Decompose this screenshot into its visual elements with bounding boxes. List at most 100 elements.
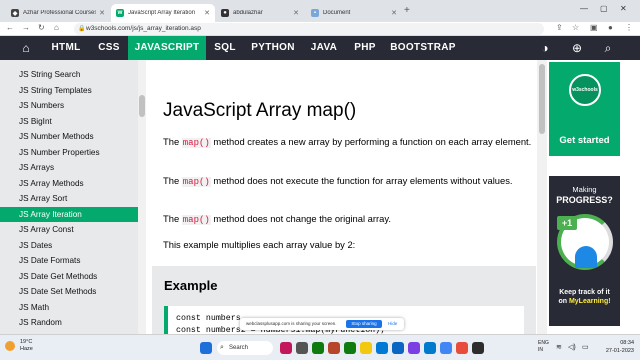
minimize-icon[interactable]: —: [580, 4, 588, 13]
sidebar-item[interactable]: JS Number Properties: [0, 145, 138, 160]
app-icon[interactable]: [328, 342, 340, 354]
nav-php[interactable]: PHP: [346, 36, 384, 60]
date: 27-01-2023: [605, 348, 634, 354]
bookmark-icon[interactable]: ☆: [572, 23, 579, 32]
file-explorer-icon[interactable]: [360, 342, 372, 354]
taskbar-search[interactable]: ⌕ Search: [217, 341, 273, 355]
reload-icon[interactable]: ↻: [38, 23, 45, 32]
sidebar-scrollbar[interactable]: [138, 60, 146, 334]
edge-icon[interactable]: [376, 342, 388, 354]
url-text: w3schools.com/js/js_array_iteration.asp: [86, 25, 201, 32]
mylearning-link[interactable]: MyLearning!: [569, 298, 611, 305]
nav-bootstrap[interactable]: BOOTSTRAP: [384, 36, 462, 60]
share-icon[interactable]: ⇪: [556, 23, 563, 32]
wifi-icon[interactable]: ≋: [556, 343, 562, 351]
windows-start-icon[interactable]: [200, 342, 212, 354]
tab-label: Document: [323, 10, 351, 16]
weather-icon[interactable]: [5, 341, 15, 351]
nav-css[interactable]: CSS: [90, 36, 128, 60]
main-scrollbar[interactable]: [537, 60, 547, 334]
language: ENG: [538, 340, 549, 346]
vscode-icon[interactable]: [424, 342, 436, 354]
profile-icon[interactable]: ●: [608, 23, 613, 32]
sidebar-item[interactable]: JS Array Methods: [0, 176, 138, 191]
dark-mode-icon[interactable]: ◑: [538, 41, 552, 55]
clock[interactable]: 08:34 27-01-2023: [598, 339, 634, 355]
close-icon[interactable]: ✕: [293, 9, 299, 17]
main-scroll-thumb[interactable]: [539, 64, 545, 134]
app-icon[interactable]: [456, 342, 468, 354]
tab-favicon-icon: ◆: [11, 9, 19, 17]
taskbar: 19°C Haze ⌕ Search ENG IN ≋ ◁) ▭ 08:34 2…: [0, 334, 640, 360]
sidebar-item[interactable]: JS String Templates: [0, 83, 138, 98]
page-title: JavaScript Array map(): [163, 100, 357, 121]
app-icon[interactable]: [312, 342, 324, 354]
battery-icon[interactable]: ▭: [582, 343, 589, 351]
sidebar-item[interactable]: JS Date Get Methods: [0, 269, 138, 284]
app-icon[interactable]: [280, 342, 292, 354]
app-icon[interactable]: [472, 342, 484, 354]
menu-icon[interactable]: ⋮: [625, 23, 633, 32]
home-icon[interactable]: ⌂: [19, 41, 33, 55]
sidebar-item[interactable]: JS Array Sort: [0, 191, 138, 206]
nav-sql[interactable]: SQL: [206, 36, 244, 60]
task-view-icon[interactable]: [296, 342, 308, 354]
sidebar-item[interactable]: JS String Search: [0, 67, 138, 82]
back-icon[interactable]: ←: [6, 23, 14, 32]
app-icon[interactable]: [408, 342, 420, 354]
sidebar-item[interactable]: JS Date Set Methods: [0, 284, 138, 299]
inline-code: map(): [181, 215, 211, 225]
url-field[interactable]: 🔒 w3schools.com/js/js_array_iteration.as…: [74, 23, 544, 35]
globe-icon[interactable]: ⊕: [570, 41, 584, 55]
lock-icon: 🔒: [78, 26, 86, 32]
sidebar-item[interactable]: JS Numbers: [0, 98, 138, 113]
sidebar-item[interactable]: JS Dates: [0, 238, 138, 253]
sidebar-scroll-thumb[interactable]: [139, 95, 145, 117]
w3schools-badge-icon: w3schools: [569, 74, 601, 106]
search-icon: ⌕: [220, 344, 224, 351]
close-icon[interactable]: ✕: [391, 9, 397, 17]
share-text: webclassplusapp.com is sharing your scre…: [246, 321, 337, 326]
nav-javascript[interactable]: JAVASCRIPT: [128, 36, 206, 60]
xbox-icon[interactable]: [344, 342, 356, 354]
weather-widget[interactable]: 19°C Haze: [20, 339, 33, 353]
volume-icon[interactable]: ◁): [568, 343, 576, 351]
stop-sharing-button[interactable]: Stop sharing: [346, 320, 382, 328]
hide-button[interactable]: Hide: [388, 321, 397, 326]
close-icon[interactable]: ✕: [99, 9, 105, 17]
sidebar-item[interactable]: JS Number Methods: [0, 129, 138, 144]
tab-abdulazhar[interactable]: ● abdulazhar ✕: [216, 4, 304, 22]
get-started-button[interactable]: Get started: [549, 135, 620, 146]
chrome-icon[interactable]: [440, 342, 452, 354]
tab-azhar[interactable]: ◆ Azhar Professional Courses | ✕: [6, 4, 110, 22]
sidebar-item[interactable]: JS Arrays: [0, 160, 138, 175]
sidebar-item[interactable]: JS Random: [0, 315, 138, 330]
time: 08:34: [620, 340, 634, 346]
document-favicon-icon: ▪: [311, 9, 319, 17]
close-icon[interactable]: ✕: [204, 9, 210, 17]
sidebar-item[interactable]: JS Math: [0, 300, 138, 315]
mail-icon[interactable]: [392, 342, 404, 354]
para-text: method creates a new array by performing…: [210, 136, 532, 147]
sidebar-item[interactable]: JS Array Const: [0, 222, 138, 237]
para-text: The: [163, 136, 182, 147]
browser-tab-bar: ◆ Azhar Professional Courses | ✕ w JavaS…: [0, 0, 640, 22]
sidebar-item[interactable]: JS BigInt: [0, 114, 138, 129]
tab-document[interactable]: ▪ Document ✕: [306, 4, 402, 22]
maximize-icon[interactable]: ▢: [600, 4, 608, 13]
progress-ad[interactable]: Making PROGRESS? +1 Keep track of it on …: [549, 176, 620, 326]
new-tab-icon[interactable]: +: [404, 5, 410, 16]
forward-icon[interactable]: →: [22, 23, 30, 32]
nav-java[interactable]: JAVA: [302, 36, 346, 60]
tab-js-array-iteration[interactable]: w JavaScript Array Iteration ✕: [111, 4, 215, 22]
sidebar-item[interactable]: JS Date Formats: [0, 253, 138, 268]
sidebar-item[interactable]: JS Array Iteration: [0, 206, 138, 222]
nav-html[interactable]: HTML: [42, 36, 90, 60]
window-close-icon[interactable]: ✕: [620, 4, 627, 13]
nav-python[interactable]: PYTHON: [244, 36, 302, 60]
get-started-ad[interactable]: w3schools Get started: [549, 62, 620, 156]
home-icon[interactable]: ⌂: [54, 23, 59, 32]
search-icon[interactable]: ⌕: [601, 41, 615, 55]
system-tray[interactable]: ENG IN: [538, 340, 549, 354]
extensions-icon[interactable]: ▣: [590, 23, 598, 32]
